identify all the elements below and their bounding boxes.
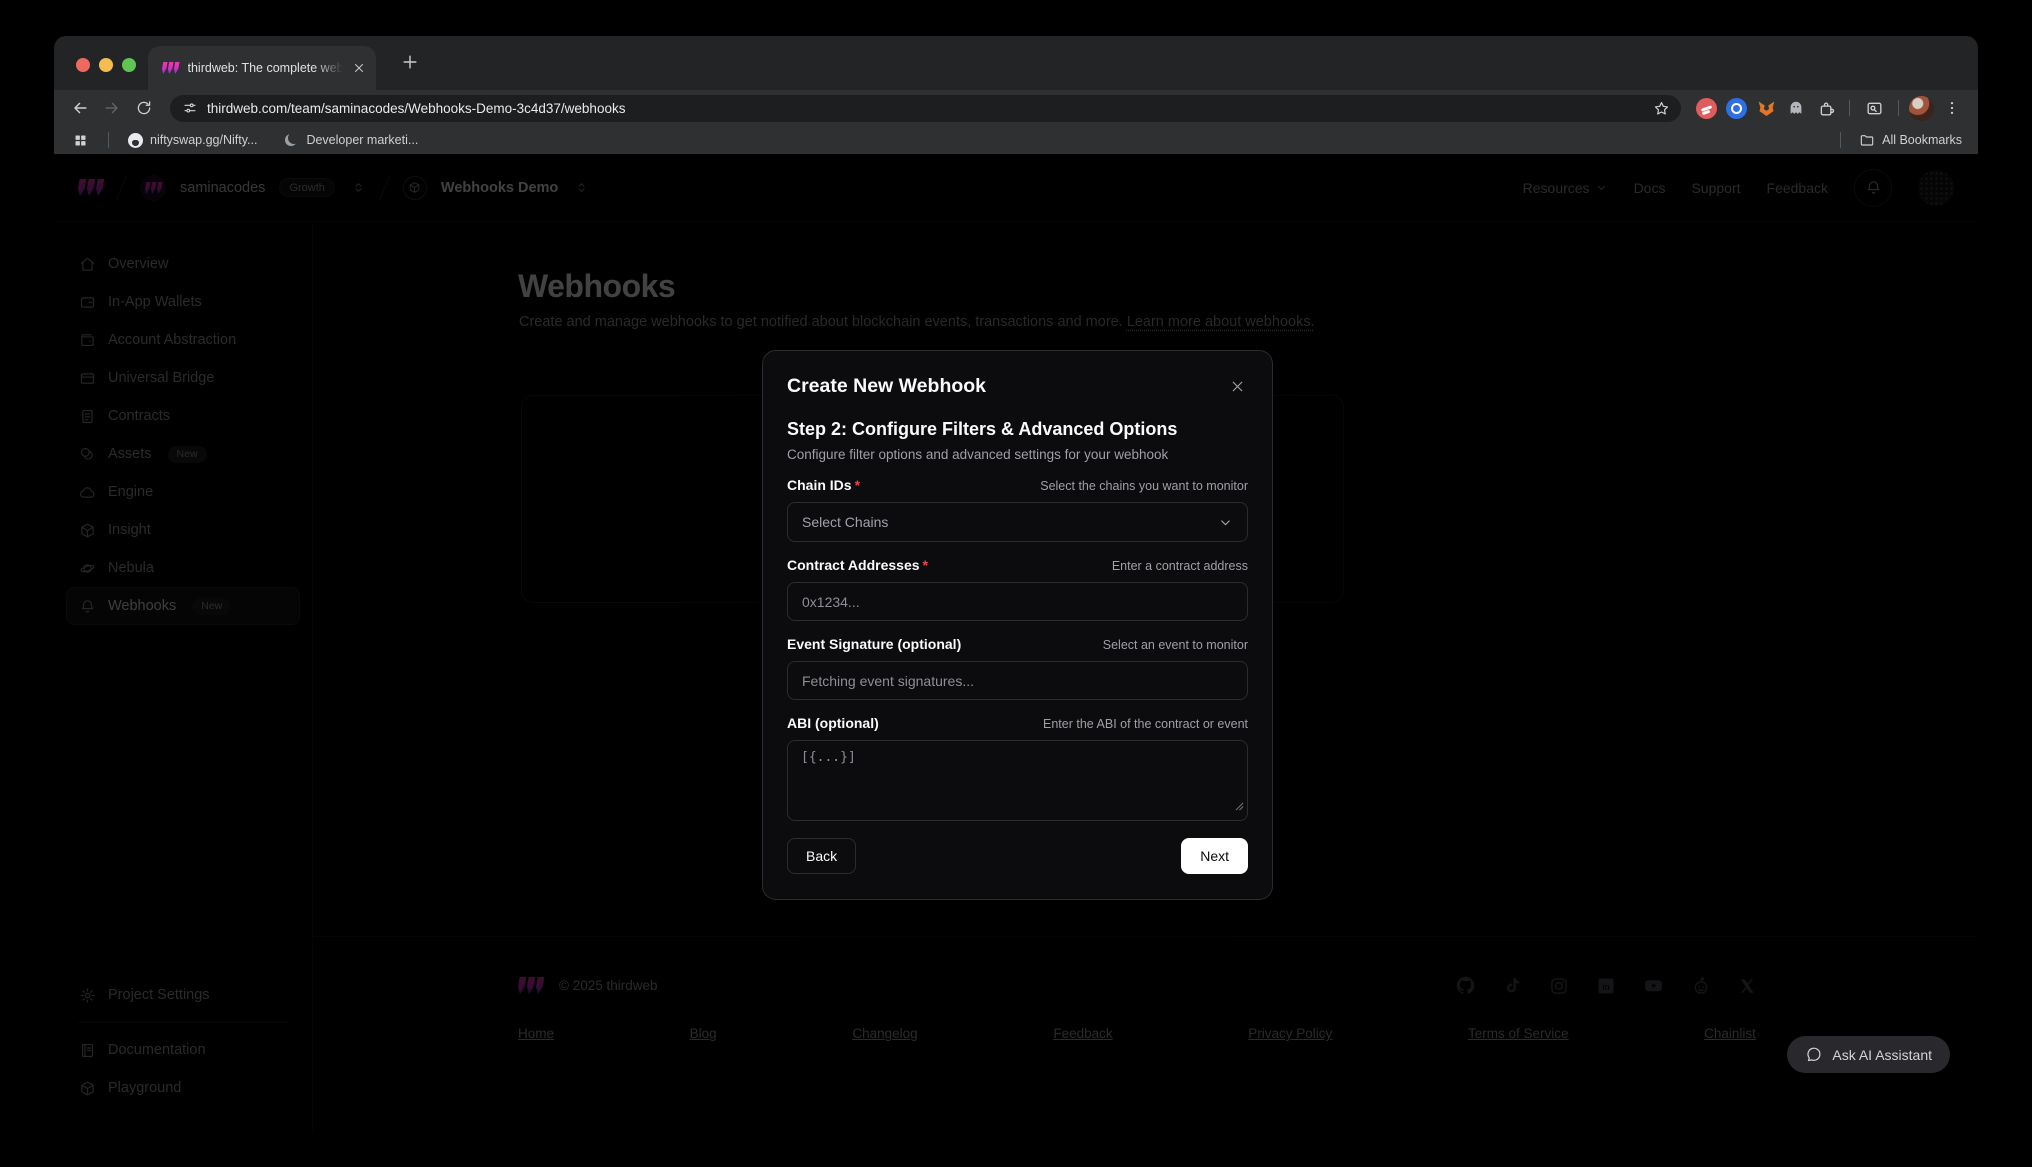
abi-field: ABI (optional) Enter the ABI of the cont… [787, 715, 1248, 821]
close-icon [1229, 378, 1246, 395]
chain-select[interactable]: Select Chains [787, 502, 1248, 542]
step-title: Step 2: Configure Filters & Advanced Opt… [787, 419, 1248, 440]
field-helper: Select the chains you want to monitor [1040, 479, 1248, 493]
field-helper: Enter a contract address [1112, 559, 1248, 573]
extension-red-icon[interactable] [1693, 95, 1719, 121]
phantom-ghost-icon[interactable] [1783, 95, 1809, 121]
site-settings-icon[interactable] [182, 100, 198, 116]
create-webhook-modal: Create New Webhook Step 2: Configure Fil… [762, 350, 1273, 900]
apps-grid-icon[interactable] [70, 130, 90, 150]
back-button[interactable]: Back [787, 838, 856, 874]
chain-select-value: Select Chains [802, 514, 888, 530]
extensions-puzzle-icon[interactable] [1813, 95, 1839, 121]
required-marker: * [923, 557, 928, 573]
thirdweb-favicon [161, 62, 180, 74]
new-tab-button[interactable] [400, 52, 420, 72]
zoom-window-button[interactable] [122, 58, 136, 72]
divider [1898, 100, 1899, 116]
contract-address-input[interactable] [787, 582, 1248, 621]
all-bookmarks-button[interactable]: All Bookmarks [1859, 132, 1962, 148]
minimize-window-button[interactable] [99, 58, 113, 72]
required-marker: * [855, 477, 860, 493]
browser-toolbar: thirdweb.com/team/saminacodes/Webhooks-D… [54, 90, 1978, 126]
bookmark-star-icon[interactable] [1647, 94, 1675, 122]
field-label: ABI (optional) [787, 715, 879, 731]
tab-close-icon[interactable] [352, 61, 366, 75]
all-bookmarks-label: All Bookmarks [1882, 133, 1962, 147]
bookmark-label: niftyswap.gg/Nifty... [150, 133, 257, 147]
contract-addresses-field: Contract Addresses* Enter a contract add… [787, 557, 1248, 621]
field-helper: Enter the ABI of the contract or event [1043, 717, 1248, 731]
bookmark-item[interactable]: niftyswap.gg/Nifty... [127, 132, 257, 148]
folder-icon [1861, 136, 1872, 145]
extension-blue-icon[interactable] [1723, 95, 1749, 121]
event-signature-input[interactable] [787, 661, 1248, 700]
chain-ids-field: Chain IDs* Select the chains you want to… [787, 477, 1248, 542]
field-label: Event Signature (optional) [787, 636, 961, 652]
chevron-down-icon [1218, 515, 1233, 530]
metamask-icon[interactable] [1753, 95, 1779, 121]
ask-ai-label: Ask AI Assistant [1832, 1047, 1932, 1063]
event-signature-field: Event Signature (optional) Select an eve… [787, 636, 1248, 700]
modal-close-button[interactable] [1227, 376, 1248, 397]
chat-bubble-icon [1805, 1046, 1822, 1063]
field-label: Chain IDs* [787, 477, 860, 493]
field-helper: Select an event to monitor [1103, 638, 1248, 652]
bookmark-item[interactable]: Developer marketi... [283, 132, 418, 148]
thirdweb-dashboard: saminacodes Growth Webhooks Demo Resourc… [54, 154, 1978, 1131]
browser-menu-icon[interactable] [1938, 94, 1966, 122]
bookmark-label: Developer marketi... [306, 133, 418, 147]
back-icon[interactable] [66, 94, 94, 122]
modal-title: Create New Webhook [787, 375, 986, 398]
close-window-button[interactable] [76, 58, 90, 72]
url-bar[interactable]: thirdweb.com/team/saminacodes/Webhooks-D… [170, 95, 1681, 122]
field-label: Contract Addresses* [787, 557, 928, 573]
url-text: thirdweb.com/team/saminacodes/Webhooks-D… [207, 101, 1638, 116]
tab-strip: thirdweb: The complete web3 [54, 36, 1978, 90]
browser-profile-avatar[interactable] [1909, 96, 1934, 121]
bookmarks-bar: niftyswap.gg/Nifty... Developer marketi.… [54, 126, 1978, 154]
ask-ai-assistant-button[interactable]: Ask AI Assistant [1787, 1036, 1950, 1073]
window-controls [76, 58, 136, 72]
browser-window: thirdweb: The complete web3 thirdweb.com… [54, 36, 1978, 1131]
divider [1840, 132, 1841, 148]
next-button[interactable]: Next [1181, 838, 1248, 874]
reload-icon[interactable] [130, 94, 158, 122]
browser-tab[interactable]: thirdweb: The complete web3 [148, 46, 376, 90]
github-favicon [127, 132, 143, 148]
step-subtitle: Configure filter options and advanced se… [787, 447, 1248, 462]
divider [108, 132, 109, 148]
tab-title: thirdweb: The complete web3 [188, 61, 344, 75]
side-panel-icon[interactable] [1860, 94, 1888, 122]
divider [1849, 100, 1850, 116]
crescent-favicon [283, 132, 299, 148]
forward-icon[interactable] [98, 94, 126, 122]
abi-textarea[interactable] [787, 740, 1248, 821]
